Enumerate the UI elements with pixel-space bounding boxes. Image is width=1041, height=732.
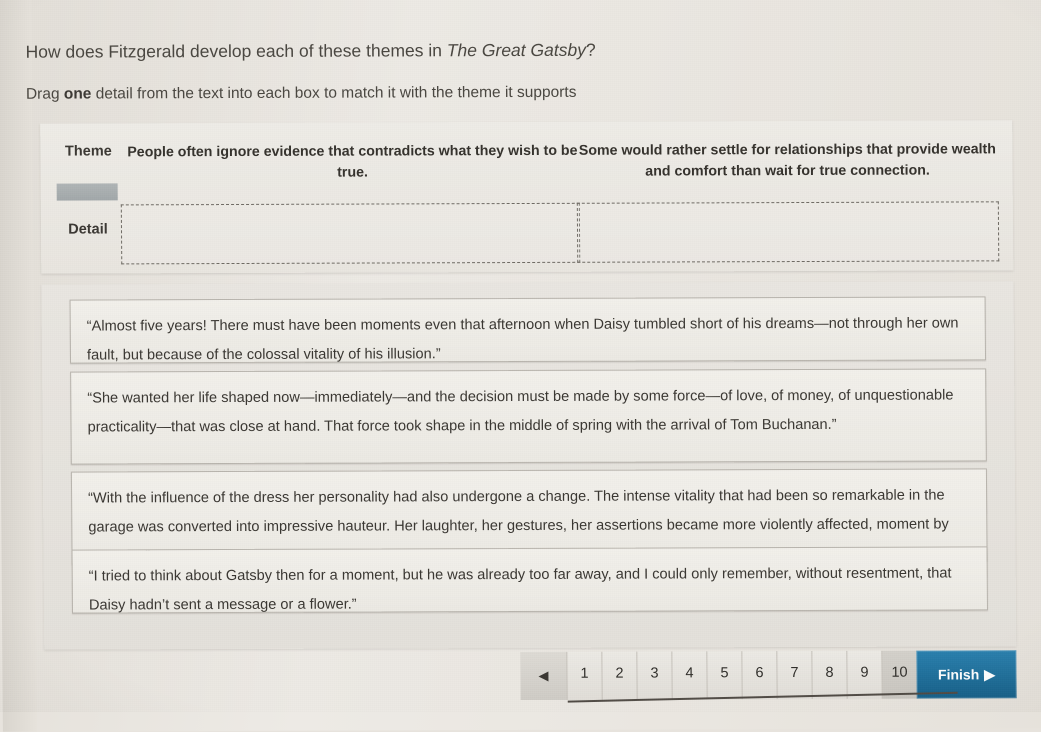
left-triangle-icon: ◀ [538, 667, 549, 683]
question-title-suffix: ? [585, 39, 596, 60]
page-left-edge [0, 0, 37, 732]
finish-button-label: Finish [937, 666, 980, 683]
page-button-9[interactable]: 9 [846, 650, 882, 699]
page-button-1[interactable]: 1 [566, 651, 602, 700]
right-triangle-icon: ▶ [984, 665, 996, 682]
page-button-2[interactable]: 2 [601, 651, 637, 700]
page-button-4[interactable]: 4 [671, 651, 707, 700]
previous-page-button[interactable]: ◀ [520, 651, 567, 700]
page-button-10[interactable]: 10 [881, 650, 917, 699]
detail-row-label: Detail [68, 221, 108, 238]
theme-row-label: Theme [64, 143, 112, 160]
draggable-detail-2[interactable]: “She wanted her life shaped now—immediat… [70, 368, 987, 465]
detail-dropzone-2[interactable] [576, 201, 1000, 263]
book-title: The Great Gatsby [446, 39, 586, 61]
instruction-text: Drag one detail from the text into each … [26, 84, 577, 104]
theme-column-2: Some would rather settle for relationshi… [578, 141, 996, 180]
page-button-5[interactable]: 5 [706, 651, 742, 700]
instruction-suffix: detail from the text into each box to ma… [91, 83, 577, 103]
question-title-text: How does Fitzgerald develop each of thes… [25, 40, 447, 62]
page-button-7[interactable]: 7 [776, 650, 812, 700]
gray-placeholder-chip [56, 183, 118, 201]
page-button-3[interactable]: 3 [636, 651, 672, 700]
screen-content: How does Fitzgerald develop each of thes… [0, 0, 1041, 732]
page-button-8[interactable]: 8 [811, 650, 847, 699]
draggable-detail-4[interactable]: “I tried to think about Gatsby then for … [71, 546, 989, 614]
page-title: How does Fitzgerald develop each of thes… [26, 40, 596, 63]
page-button-6[interactable]: 6 [741, 651, 777, 700]
detail-dropzone-1[interactable] [120, 202, 581, 265]
instruction-emphasis: one [63, 85, 92, 103]
instruction-prefix: Drag [25, 85, 64, 103]
theme-column-1: People often ignore evidence that contra… [127, 142, 578, 181]
draggable-detail-1[interactable]: “Almost five years! There must have been… [69, 296, 987, 364]
